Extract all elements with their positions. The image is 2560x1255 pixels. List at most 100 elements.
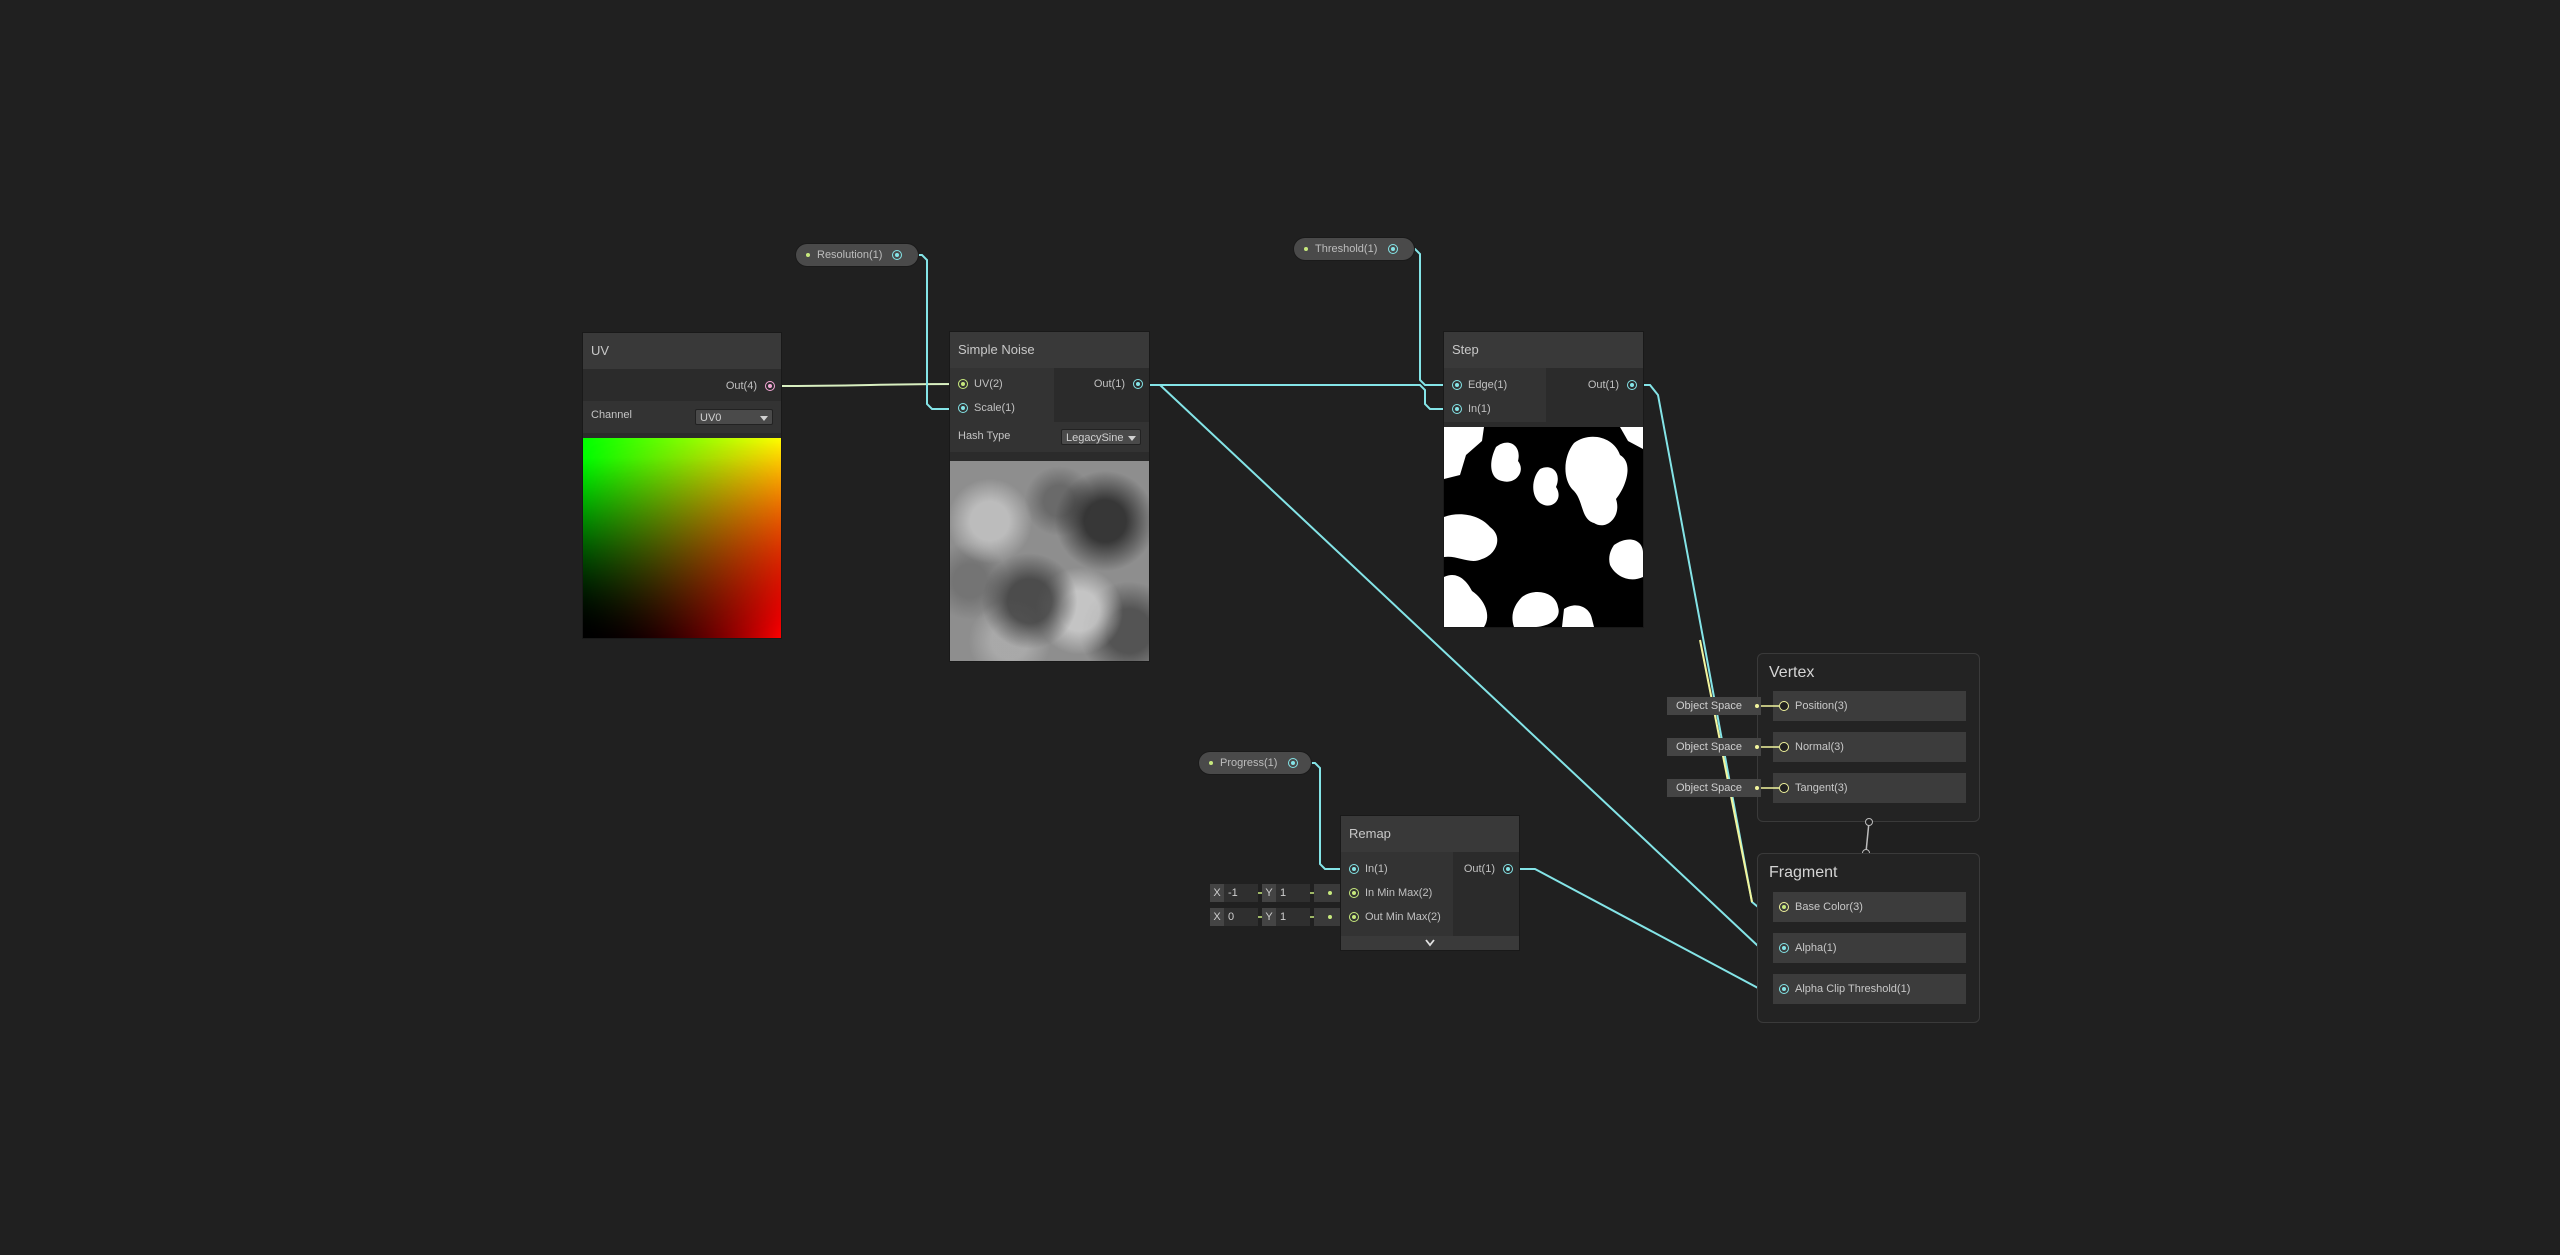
position-space-label: Object Space — [1676, 700, 1743, 712]
remap-out-row: Out(1) — [1464, 858, 1513, 880]
remap-inminmax-row: In Min Max(2) — [1349, 882, 1432, 904]
fragment-context[interactable]: Fragment Base Color(3) Alpha(1) Alpha Cl… — [1757, 853, 1980, 1023]
inminmax-y-label: Y — [1262, 884, 1276, 902]
noise-out-port[interactable] — [1133, 379, 1143, 389]
vertex-slot-normal[interactable]: Normal(3) — [1773, 732, 1966, 762]
tangent-space-field[interactable]: Object Space — [1667, 779, 1761, 797]
step-node[interactable]: Step Edge(1) In(1) Out(1) — [1444, 332, 1643, 627]
outminmax-x-label: X — [1210, 908, 1224, 926]
connection-wires — [774, 248, 1870, 989]
fragment-slot-alpha[interactable]: Alpha(1) — [1773, 933, 1966, 963]
noise-node-title: Simple Noise — [950, 332, 1149, 368]
step-node-title: Step — [1444, 332, 1643, 368]
property-progress[interactable]: Progress(1) — [1199, 752, 1311, 774]
threshold-out-port[interactable] — [1388, 244, 1398, 254]
vertex-flow-out — [1865, 818, 1873, 826]
uv-out-row: Out(4) — [726, 375, 775, 397]
property-resolution[interactable]: Resolution(1) — [796, 244, 918, 266]
outminmax-y-value[interactable]: 1 — [1276, 908, 1310, 926]
chevron-down-icon — [1425, 939, 1435, 947]
vertex-slot-tangent[interactable]: Tangent(3) — [1773, 773, 1966, 803]
remap-inminmax-field[interactable]: X -1 Y 1 — [1210, 884, 1340, 902]
uv-channel-dropdown[interactable]: UV0 — [695, 409, 773, 425]
step-out-label: Out(1) — [1587, 379, 1619, 391]
position-space-field[interactable]: Object Space — [1667, 697, 1761, 715]
vertex-context[interactable]: Vertex Position(3) Normal(3) Tangent(3) — [1757, 653, 1980, 822]
wire-basecolor-yellow — [1699, 639, 1753, 903]
remap-expand-button[interactable] — [1341, 936, 1519, 950]
uv-preview — [583, 438, 781, 638]
remap-inminmax-port[interactable] — [1349, 888, 1359, 898]
remap-outminmax-port[interactable] — [1349, 912, 1359, 922]
vertex-slot-position[interactable]: Position(3) — [1773, 691, 1966, 721]
noise-hash-row: Hash Type LegacySine — [950, 422, 1149, 452]
remap-in-row: In(1) — [1349, 858, 1388, 880]
step-out-port[interactable] — [1627, 380, 1637, 390]
noise-uv-in-port[interactable] — [958, 379, 968, 389]
noise-hash-label: Hash Type — [958, 430, 1011, 442]
alphaclip-port[interactable] — [1779, 984, 1789, 994]
fragment-slot-basecolor-label: Base Color(3) — [1795, 901, 1863, 913]
remap-in-label: In(1) — [1365, 863, 1388, 875]
remap-outminmax-field[interactable]: X 0 Y 1 — [1210, 908, 1340, 926]
fragment-slot-basecolor[interactable]: Base Color(3) — [1773, 892, 1966, 922]
property-threshold[interactable]: Threshold(1) — [1294, 238, 1414, 260]
step-in-in-label: In(1) — [1468, 403, 1491, 415]
uv-out-port[interactable] — [765, 381, 775, 391]
fragment-slot-alphaclip[interactable]: Alpha Clip Threshold(1) — [1773, 974, 1966, 1004]
remap-outminmax-row: Out Min Max(2) — [1349, 906, 1441, 928]
progress-out-port[interactable] — [1288, 758, 1298, 768]
normal-space-label: Object Space — [1676, 741, 1743, 753]
resolution-out-port[interactable] — [892, 250, 902, 260]
wire-vertex-fragment-link — [1865, 821, 1870, 853]
step-edge-in-port[interactable] — [1452, 380, 1462, 390]
wire-uv-to-noise — [774, 383, 963, 387]
step-out-row: Out(1) — [1588, 374, 1637, 396]
uv-channel-row: Channel UV0 — [583, 401, 781, 433]
inminmax-y-value[interactable]: 1 — [1276, 884, 1310, 902]
noise-scale-in-port[interactable] — [958, 403, 968, 413]
fragment-slot-alpha-label: Alpha(1) — [1795, 942, 1837, 954]
alpha-port[interactable] — [1779, 943, 1789, 953]
normal-space-field[interactable]: Object Space — [1667, 738, 1761, 756]
remap-outminmax-label: Out Min Max(2) — [1365, 911, 1441, 923]
remap-out-port[interactable] — [1503, 864, 1513, 874]
tangent-space-label: Object Space — [1676, 782, 1743, 794]
step-in-in-row: In(1) — [1452, 398, 1491, 420]
space-connectors — [1761, 705, 1779, 789]
wire-remap-to-alphaclip — [1511, 868, 1775, 989]
vertex-title: Vertex — [1769, 664, 1815, 681]
fragment-slot-alphaclip-label: Alpha Clip Threshold(1) — [1795, 983, 1911, 995]
fragment-title: Fragment — [1769, 864, 1838, 881]
vertex-slot-tangent-label: Tangent(3) — [1795, 782, 1848, 794]
step-in-in-port[interactable] — [1452, 404, 1462, 414]
chevron-down-icon — [760, 416, 768, 421]
outminmax-x-value[interactable]: 0 — [1224, 908, 1258, 926]
noise-in-uv-label: UV(2) — [974, 378, 1003, 390]
noise-out-row: Out(1) — [1094, 373, 1143, 395]
remap-node[interactable]: Remap In(1) In Min Max(2) Out Min Max(2)… — [1341, 816, 1519, 950]
inminmax-x-label: X — [1210, 884, 1224, 902]
remap-in-port[interactable] — [1349, 864, 1359, 874]
property-resolution-label: Resolution(1) — [817, 249, 883, 261]
inminmax-x-value[interactable]: -1 — [1224, 884, 1258, 902]
noise-hash-dropdown[interactable]: LegacySine — [1061, 429, 1141, 445]
wire-step-to-basecolor — [1631, 384, 1775, 908]
step-in-edge-row: Edge(1) — [1452, 374, 1507, 396]
simple-noise-node[interactable]: Simple Noise UV(2) Scale(1) Out(1) Hash … — [950, 332, 1149, 661]
basecolor-port[interactable] — [1779, 902, 1789, 912]
vertex-slot-position-label: Position(3) — [1795, 700, 1848, 712]
remap-out-label: Out(1) — [1463, 863, 1495, 875]
step-preview — [1444, 427, 1643, 627]
step-in-edge-label: Edge(1) — [1468, 379, 1508, 391]
uv-channel-value: UV0 — [700, 412, 722, 424]
noise-preview — [950, 461, 1149, 661]
uv-node[interactable]: UV Out(4) Channel UV0 — [583, 333, 781, 638]
uv-channel-label: Channel — [591, 409, 632, 421]
chevron-down-icon — [1128, 436, 1136, 441]
property-progress-label: Progress(1) — [1220, 757, 1278, 769]
noise-hash-value: LegacySine — [1066, 432, 1124, 444]
noise-in-uv-row: UV(2) — [958, 373, 1003, 395]
vertex-slot-normal-label: Normal(3) — [1795, 741, 1844, 753]
outminmax-y-label: Y — [1262, 908, 1276, 926]
